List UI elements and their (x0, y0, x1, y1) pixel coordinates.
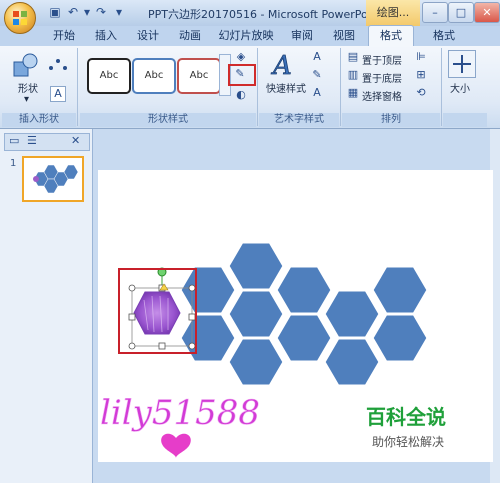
close-button[interactable]: ✕ (474, 2, 500, 23)
shapes-button[interactable]: 形状 (18, 80, 38, 95)
tab-design[interactable]: 设计 (130, 26, 166, 46)
group-label-shape-styles: 形状样式 (80, 113, 256, 127)
slide-thumbnail-hexagons (33, 164, 79, 194)
group-label-wordart-styles: 艺术字样式 (259, 113, 339, 127)
tab-slideshow[interactable]: 幻灯片放映 (214, 26, 278, 46)
hexagon-shape[interactable] (274, 312, 334, 364)
shape-style-3[interactable]: Abc (177, 58, 221, 94)
text-effects-icon[interactable]: A (310, 86, 324, 100)
group-label-size (443, 113, 487, 127)
selection-pane-button[interactable]: 选择窗格 (362, 88, 402, 103)
site-tagline: 助你轻松解决 (372, 435, 444, 449)
hexagon-shape[interactable] (226, 240, 286, 292)
tab-home[interactable]: 开始 (46, 26, 82, 46)
group-divider (77, 48, 78, 126)
hexagon-shape[interactable] (178, 312, 238, 364)
hexagon-shape[interactable] (226, 336, 286, 388)
slide-canvas[interactable]: lily51588 百科全说 助你轻松解决 (98, 170, 493, 462)
undo-icon[interactable]: ↶ (66, 5, 80, 19)
wordart-quick-styles-icon: A (271, 51, 293, 78)
undo-dropdown-icon[interactable]: ▾ (80, 5, 94, 19)
shape-outline-icon[interactable]: ✎ (233, 67, 247, 81)
hexagon-shape[interactable] (226, 288, 286, 340)
hexagon-shape[interactable] (274, 264, 334, 316)
group-divider (340, 48, 341, 126)
text-outline-icon[interactable]: ✎ (310, 68, 324, 82)
send-to-back-icon: ▥ (347, 68, 359, 81)
save-icon[interactable]: ▣ (48, 5, 62, 19)
tab-insert[interactable]: 插入 (88, 26, 124, 46)
outline-tab-icon[interactable]: ☰ (27, 134, 37, 147)
tab-animation[interactable]: 动画 (172, 26, 208, 46)
drawing-tools-context-tab: 绘图... (366, 0, 420, 26)
shape-style-2[interactable]: Abc (132, 58, 176, 94)
text-fill-icon[interactable]: A (310, 50, 324, 64)
svg-text:A: A (271, 51, 292, 78)
window-title: PPT六边形20170516 - Microsoft PowerPo... (148, 8, 379, 21)
hexagon-composition: lily51588 百科全说 助你轻松解决 (100, 240, 446, 458)
slide-thumbnail[interactable] (22, 156, 84, 202)
hexagon-shape[interactable] (322, 288, 382, 340)
shapes-icon (13, 53, 38, 77)
customize-qat-icon[interactable]: ▾ (112, 5, 126, 19)
redo-icon[interactable]: ↷ (94, 5, 108, 19)
close-panel-icon[interactable]: ✕ (71, 134, 80, 147)
site-name: 百科全说 (366, 405, 446, 429)
tab-format-drawing[interactable]: 格式 (368, 25, 414, 47)
office-button[interactable] (4, 2, 36, 34)
tab-review[interactable]: 审阅 (284, 26, 320, 46)
size-icon (448, 50, 476, 78)
panel-tabs: ▭ ☰ ✕ (4, 133, 90, 151)
send-to-back-button[interactable]: 置于底层 (362, 70, 402, 85)
hexagon-shape[interactable] (178, 264, 238, 316)
maximize-button[interactable]: □ (448, 2, 474, 23)
bring-to-front-button[interactable]: 置于顶层 (362, 52, 402, 67)
shape-effects-icon[interactable]: ◐ (234, 88, 248, 102)
quick-styles-button[interactable]: 快速样式 (266, 80, 306, 95)
slides-tab-icon[interactable]: ▭ (9, 134, 19, 147)
shapes-dropdown-icon[interactable]: ▾ (24, 94, 29, 105)
selection-pane-icon: ▦ (347, 86, 359, 99)
shape-fill-icon[interactable]: ◈ (234, 50, 248, 64)
group-divider (257, 48, 258, 126)
edit-points-icon[interactable] (48, 58, 68, 72)
hexagon-shape[interactable] (370, 312, 430, 364)
lavender-picture-hexagon[interactable] (133, 291, 181, 335)
group-objects-icon[interactable]: ⊞ (414, 68, 428, 82)
handwriting-watermark: lily51588 (100, 393, 260, 433)
tab-format-picture[interactable]: 格式 (422, 26, 466, 46)
hexagon-shape[interactable] (322, 336, 382, 388)
slide-number: 1 (10, 158, 17, 169)
minimize-button[interactable]: – (422, 2, 448, 23)
office-logo-icon (13, 11, 27, 25)
group-divider (441, 48, 442, 126)
heart-icon (161, 433, 191, 458)
shape-style-1[interactable]: Abc (87, 58, 131, 94)
tab-view[interactable]: 视图 (326, 26, 362, 46)
size-button[interactable]: 大小 (450, 80, 470, 95)
text-box-icon[interactable]: A (50, 86, 66, 102)
group-label-arrange: 排列 (342, 113, 440, 127)
group-label-insert-shapes: 插入形状 (2, 113, 76, 127)
bring-to-front-icon: ▤ (347, 50, 359, 63)
align-icon[interactable]: ⊫ (414, 50, 428, 64)
rotate-icon[interactable]: ⟲ (414, 86, 428, 100)
hexagon-shape[interactable] (370, 264, 430, 316)
